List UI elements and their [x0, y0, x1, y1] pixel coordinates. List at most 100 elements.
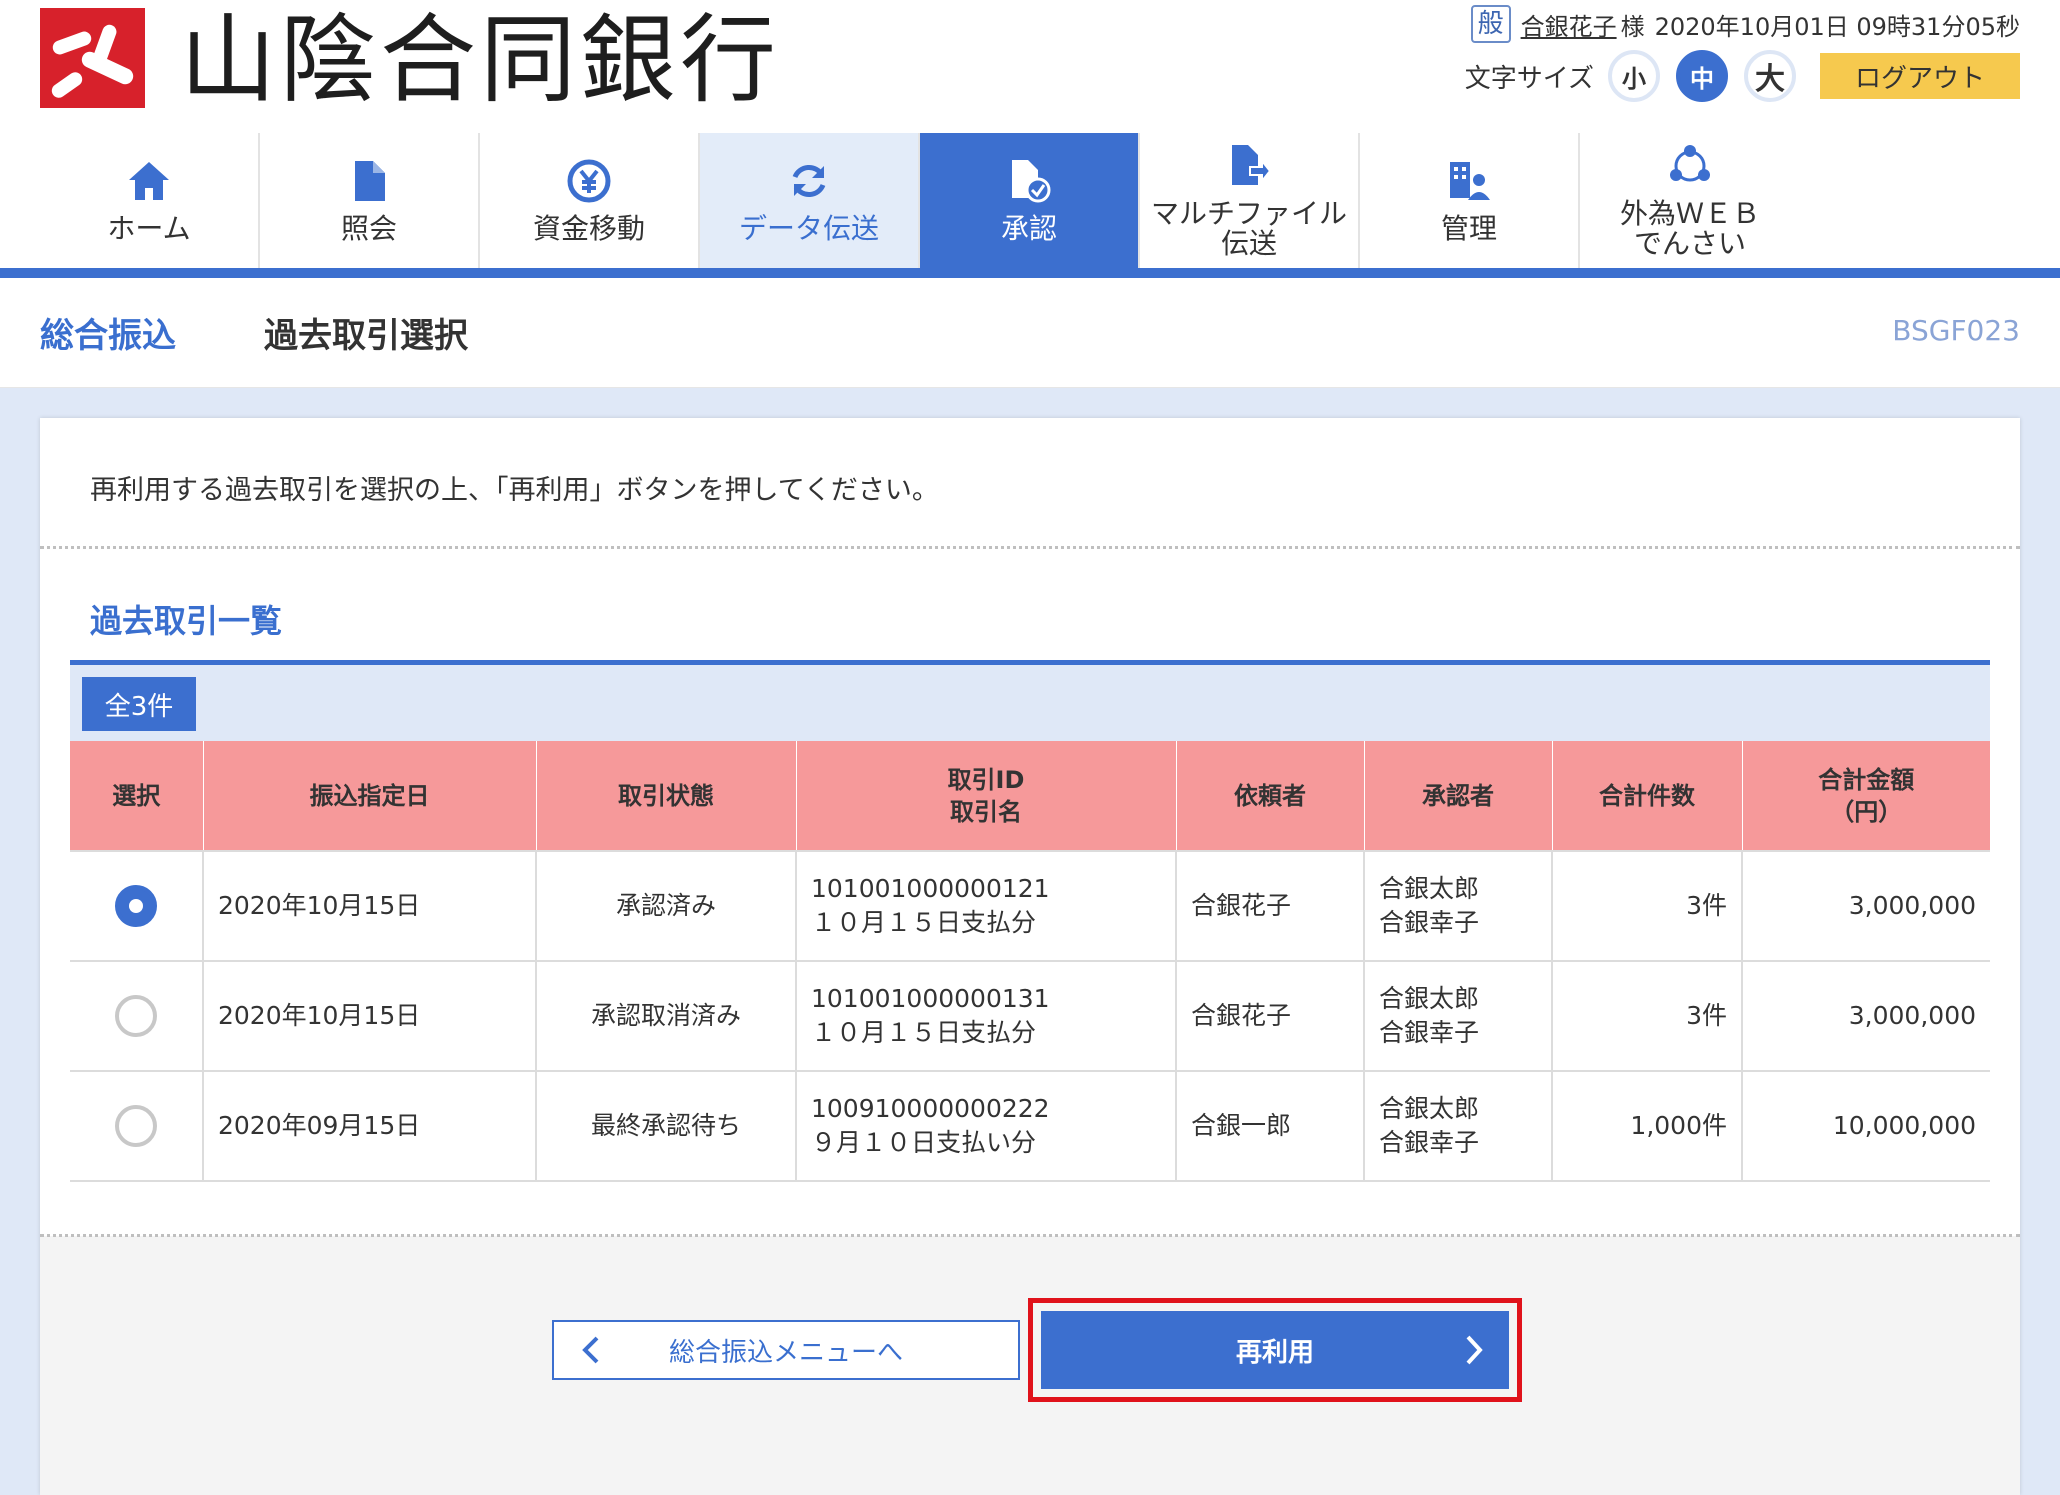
global-nav: ホーム 照会 資金移動 データ伝送 承認 マルチファイル 伝送 管理 外為ＷＥＢ…: [40, 133, 2020, 268]
chevron-left-icon: [582, 1336, 599, 1364]
logout-button[interactable]: ログアウト: [1820, 53, 2020, 99]
row-date: 2020年10月15日: [203, 961, 537, 1072]
instruction-text: 再利用する過去取引を選択の上、「再利用」ボタンを押してください。: [90, 475, 939, 506]
nav-label-approval: 承認: [1000, 211, 1057, 245]
row-requester: 合銀花子: [1176, 961, 1365, 1072]
header-select: 選択: [70, 741, 204, 851]
row-id-name: 100910000000222 ９月１０日支払い分: [796, 1071, 1177, 1182]
header-amount-unit: （円）: [1830, 797, 1903, 826]
row-select-cell[interactable]: [70, 961, 204, 1072]
user-name-link[interactable]: 合銀花子: [1521, 7, 1617, 42]
nav-item-multifile[interactable]: マルチファイル 伝送: [1140, 133, 1360, 268]
header-date: 振込指定日: [203, 741, 537, 851]
row-radio-button[interactable]: [115, 995, 157, 1037]
row-amount: 3,000,000: [1742, 850, 1990, 962]
page-title: 総合振込: [40, 316, 176, 356]
font-size-medium-button[interactable]: 中: [1676, 50, 1728, 102]
row-count: 1,000件: [1552, 1071, 1743, 1182]
nav-label-fund-transfer: 資金移動: [532, 211, 645, 245]
header-approver: 承認者: [1364, 741, 1553, 851]
nav-item-approval[interactable]: 承認: [920, 133, 1140, 268]
row-approver-2: 合銀幸子: [1379, 1018, 1480, 1047]
row-transaction-name: ９月１０日支払い分: [811, 1128, 1037, 1157]
page-title-bar: 総合振込 過去取引選択 BSGF023: [0, 278, 2060, 388]
font-size-label: 文字サイズ: [1464, 63, 1594, 94]
row-radio-button[interactable]: [115, 1105, 157, 1147]
row-count: 3件: [1552, 961, 1743, 1072]
header-count: 合計件数: [1552, 741, 1743, 851]
nav-label-home: ホーム: [107, 211, 191, 245]
reuse-button[interactable]: 再利用: [1041, 1311, 1509, 1389]
row-status: 承認取消済み: [536, 961, 797, 1072]
bank-name: 山陰合同銀行: [180, 4, 780, 116]
page-subtitle: 過去取引選択: [264, 316, 468, 356]
nav-item-home[interactable]: ホーム: [40, 133, 260, 268]
table-row[interactable]: 2020年09月15日 最終承認待ち 100910000000222 ９月１０日支…: [70, 1071, 1990, 1182]
file-send-icon: [1226, 143, 1272, 189]
row-approver-1: 合銀太郎: [1379, 1094, 1480, 1123]
row-approver-1: 合銀太郎: [1379, 984, 1480, 1013]
nav-item-admin[interactable]: 管理: [1360, 133, 1580, 268]
nav-item-inquiry[interactable]: 照会: [260, 133, 480, 268]
row-transaction-name: １０月１５日支払分: [811, 908, 1037, 937]
table-header-row: 選択 振込指定日 取引状態 取引ID 取引名 依頼者 承認者 合計件数 合計金額 （…: [70, 741, 1990, 851]
header: 山陰合同銀行 般 合銀花子 様 2020年10月01日 09時31分05秒 文字…: [0, 0, 2060, 133]
login-datetime: 2020年10月01日 09時31分05秒: [1654, 12, 2020, 41]
user-type-badge: 般: [1470, 5, 1511, 43]
count-strip: 全3件: [70, 665, 1990, 741]
divider: [40, 1234, 2020, 1237]
nav-item-data-transmission[interactable]: データ伝送: [700, 133, 920, 268]
nav-label-multifile-2: 伝送: [1220, 226, 1277, 260]
nav-label-inquiry: 照会: [340, 211, 397, 245]
font-size-small-button[interactable]: 小: [1608, 50, 1660, 102]
row-select-cell[interactable]: [70, 850, 204, 962]
table-row[interactable]: 2020年10月15日 承認取消済み 101001000000131 １０月１５日…: [70, 961, 1990, 1072]
row-radio-button[interactable]: [115, 885, 157, 927]
header-amount-label: 合計金額: [1818, 765, 1915, 794]
row-requester: 合銀花子: [1176, 850, 1365, 962]
table-row[interactable]: 2020年10月15日 承認済み 101001000000121 １０月１５日支払…: [70, 850, 1990, 962]
row-id-name: 101001000000131 １０月１５日支払分: [796, 961, 1177, 1072]
row-transaction-id: 101001000000121: [811, 874, 1050, 903]
screen-code: BSGF023: [1892, 314, 2020, 347]
row-approver-2: 合銀幸子: [1379, 1128, 1480, 1157]
total-count-badge: 全3件: [82, 677, 196, 731]
nav-item-fund-transfer[interactable]: 資金移動: [480, 133, 700, 268]
reuse-button-label: 再利用: [1235, 1337, 1314, 1368]
row-requester: 合銀一郎: [1176, 1071, 1365, 1182]
font-size-large-button[interactable]: 大: [1744, 50, 1796, 102]
row-approvers: 合銀太郎 合銀幸子: [1364, 850, 1553, 962]
user-info: 般 合銀花子 様 2020年10月01日 09時31分05秒: [1470, 4, 2020, 44]
home-icon: [126, 158, 172, 204]
header-id-name: 取引ID 取引名: [796, 741, 1177, 851]
row-id-name: 101001000000121 １０月１５日支払分: [796, 850, 1177, 962]
approval-document-icon: [1006, 158, 1052, 204]
row-status: 最終承認待ち: [536, 1071, 797, 1182]
back-button-label: 総合振込メニューへ: [668, 1337, 903, 1368]
header-amount: 合計金額 （円）: [1742, 741, 1990, 851]
network-icon: [1667, 143, 1713, 189]
refresh-icon: [786, 158, 832, 204]
admin-building-icon: [1446, 158, 1492, 204]
header-name: 取引名: [950, 797, 1022, 826]
nav-label-admin: 管理: [1440, 211, 1497, 245]
section-title: 過去取引一覧: [90, 602, 283, 640]
header-status: 取引状態: [536, 741, 797, 851]
divider: [40, 546, 2020, 549]
row-amount: 3,000,000: [1742, 961, 1990, 1072]
row-date: 2020年09月15日: [203, 1071, 537, 1182]
row-approvers: 合銀太郎 合銀幸子: [1364, 1071, 1553, 1182]
nav-label-forex-2: でんさい: [1633, 226, 1746, 260]
row-select-cell[interactable]: [70, 1071, 204, 1182]
row-approvers: 合銀太郎 合銀幸子: [1364, 961, 1553, 1072]
row-count: 3件: [1552, 850, 1743, 962]
chevron-right-icon: [1466, 1335, 1483, 1365]
header-requester: 依頼者: [1176, 741, 1365, 851]
past-transactions-table: 選択 振込指定日 取引状態 取引ID 取引名 依頼者 承認者 合計件数 合計金額 （…: [70, 741, 1990, 1182]
back-to-menu-button[interactable]: 総合振込メニューへ: [552, 1320, 1020, 1380]
row-transaction-id: 101001000000131: [811, 984, 1050, 1013]
bank-logo-icon: [40, 8, 145, 108]
nav-label-data-transmission: データ伝送: [738, 211, 879, 245]
nav-item-forex[interactable]: 外為ＷＥＢ でんさい: [1580, 133, 1800, 268]
main-card: 再利用する過去取引を選択の上、「再利用」ボタンを押してください。 過去取引一覧 …: [40, 418, 2020, 1495]
